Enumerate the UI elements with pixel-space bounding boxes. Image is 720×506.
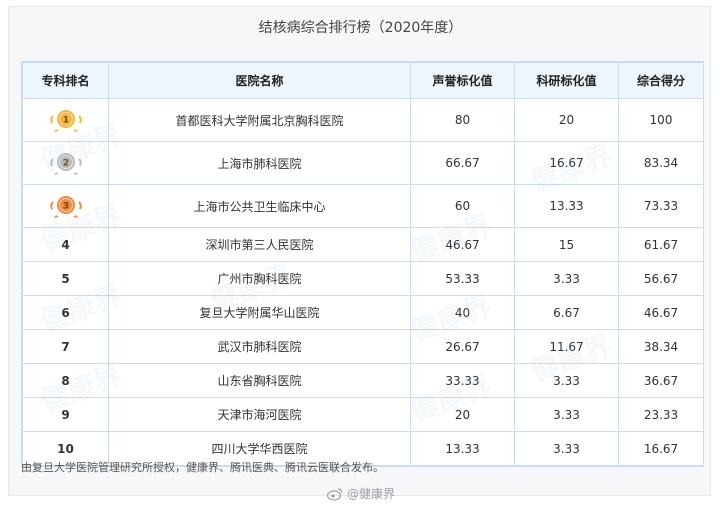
research-cell: 3.33: [514, 363, 619, 398]
score-cell: 46.67: [618, 295, 704, 330]
rank-cell: 9: [22, 397, 109, 432]
footer-note: 由复旦大学医院管理研究所授权，健康界、腾讯医典、腾讯云医联合发布。: [21, 461, 384, 474]
header-rank: 专科排名: [22, 62, 109, 99]
research-cell: 13.33: [514, 184, 619, 228]
table-row: 3 上海市公共卫生临床中心 60 13.33 73.33: [22, 184, 704, 228]
table-row: 6 复旦大学附属华山医院 40 6.67 46.67: [22, 295, 704, 330]
table-row: 1 首都医科大学附属北京胸科医院 80 20 100: [22, 98, 704, 142]
hospital-name-cell: 武汉市肺科医院: [108, 329, 411, 364]
ranking-card: 结核病综合排行榜（2020年度） 专科排名 医院名称 声誉标化值 科研标化值 综…: [8, 6, 711, 501]
reputation-cell: 60: [410, 184, 515, 228]
research-cell: 16.67: [514, 141, 619, 185]
ranking-table: 专科排名 医院名称 声誉标化值 科研标化值 综合得分 1 首都医科大学附属北京胸科…: [22, 62, 704, 466]
research-cell: 3.33: [514, 397, 619, 432]
reputation-cell: 46.67: [410, 227, 515, 262]
medal-number: 1: [62, 116, 68, 126]
table-row: 2 上海市肺科医院 66.67 16.67 83.34: [22, 141, 704, 185]
research-cell: 3.33: [514, 431, 619, 466]
score-cell: 73.33: [618, 184, 704, 228]
research-cell: 20: [514, 98, 619, 142]
table-row: 8 山东省胸科医院 33.33 3.33 36.67: [22, 363, 704, 398]
ranking-table-wrapper: 专科排名 医院名称 声誉标化值 科研标化值 综合得分 1 首都医科大学附属北京胸科…: [21, 61, 704, 467]
research-cell: 3.33: [514, 261, 619, 296]
research-cell: 15: [514, 227, 619, 262]
hospital-name-cell: 山东省胸科医院: [108, 363, 411, 398]
header-score: 综合得分: [618, 62, 704, 99]
score-cell: 23.33: [618, 397, 704, 432]
research-cell: 6.67: [514, 295, 619, 330]
weibo-icon: [327, 487, 343, 501]
bronze-medal-icon: 3: [48, 193, 84, 219]
rank-cell: 3: [22, 184, 109, 228]
score-cell: 16.67: [618, 431, 704, 466]
rank-cell: 5: [22, 261, 109, 296]
rank-cell: 8: [22, 363, 109, 398]
score-cell: 100: [618, 98, 704, 142]
weibo-signature: @健康界: [327, 485, 395, 502]
hospital-name-cell: 深圳市第三人民医院: [108, 227, 411, 262]
rank-cell: 7: [22, 329, 109, 364]
reputation-cell: 80: [410, 98, 515, 142]
score-cell: 38.34: [618, 329, 704, 364]
hospital-name-cell: 广州市胸科医院: [108, 261, 411, 296]
header-research: 科研标化值: [514, 62, 619, 99]
rank-cell: 1: [22, 98, 109, 142]
score-cell: 36.67: [618, 363, 704, 398]
reputation-cell: 53.33: [410, 261, 515, 296]
table-header-row: 专科排名 医院名称 声誉标化值 科研标化值 综合得分: [22, 62, 704, 99]
table-row: 4 深圳市第三人民医院 46.67 15 61.67: [22, 227, 704, 262]
hospital-name-cell: 复旦大学附属华山医院: [108, 295, 411, 330]
rank-cell: 2: [22, 141, 109, 185]
score-cell: 56.67: [618, 261, 704, 296]
reputation-cell: 40: [410, 295, 515, 330]
research-cell: 11.67: [514, 329, 619, 364]
reputation-cell: 20: [410, 397, 515, 432]
hospital-name-cell: 天津市海河医院: [108, 397, 411, 432]
hospital-name-cell: 上海市公共卫生临床中心: [108, 184, 411, 228]
medal-number: 3: [62, 202, 68, 212]
header-hospital-name: 医院名称: [108, 62, 411, 99]
header-reputation: 声誉标化值: [410, 62, 515, 99]
weibo-handle: @健康界: [347, 487, 396, 501]
reputation-cell: 33.33: [410, 363, 515, 398]
silver-medal-icon: 2: [48, 150, 84, 176]
medal-number: 2: [62, 159, 68, 169]
score-cell: 83.34: [618, 141, 704, 185]
page-title: 结核病综合排行榜（2020年度）: [258, 20, 463, 36]
hospital-name-cell: 上海市肺科医院: [108, 141, 411, 185]
rank-cell: 6: [22, 295, 109, 330]
hospital-name-cell: 首都医科大学附属北京胸科医院: [108, 98, 411, 142]
table-row: 9 天津市海河医院 20 3.33 23.33: [22, 397, 704, 432]
rank-cell: 4: [22, 227, 109, 262]
score-cell: 61.67: [618, 227, 704, 262]
table-row: 7 武汉市肺科医院 26.67 11.67 38.34: [22, 329, 704, 364]
reputation-cell: 26.67: [410, 329, 515, 364]
reputation-cell: 13.33: [410, 431, 515, 466]
table-row: 5 广州市胸科医院 53.33 3.33 56.67: [22, 261, 704, 296]
reputation-cell: 66.67: [410, 141, 515, 185]
gold-medal-icon: 1: [48, 107, 84, 133]
